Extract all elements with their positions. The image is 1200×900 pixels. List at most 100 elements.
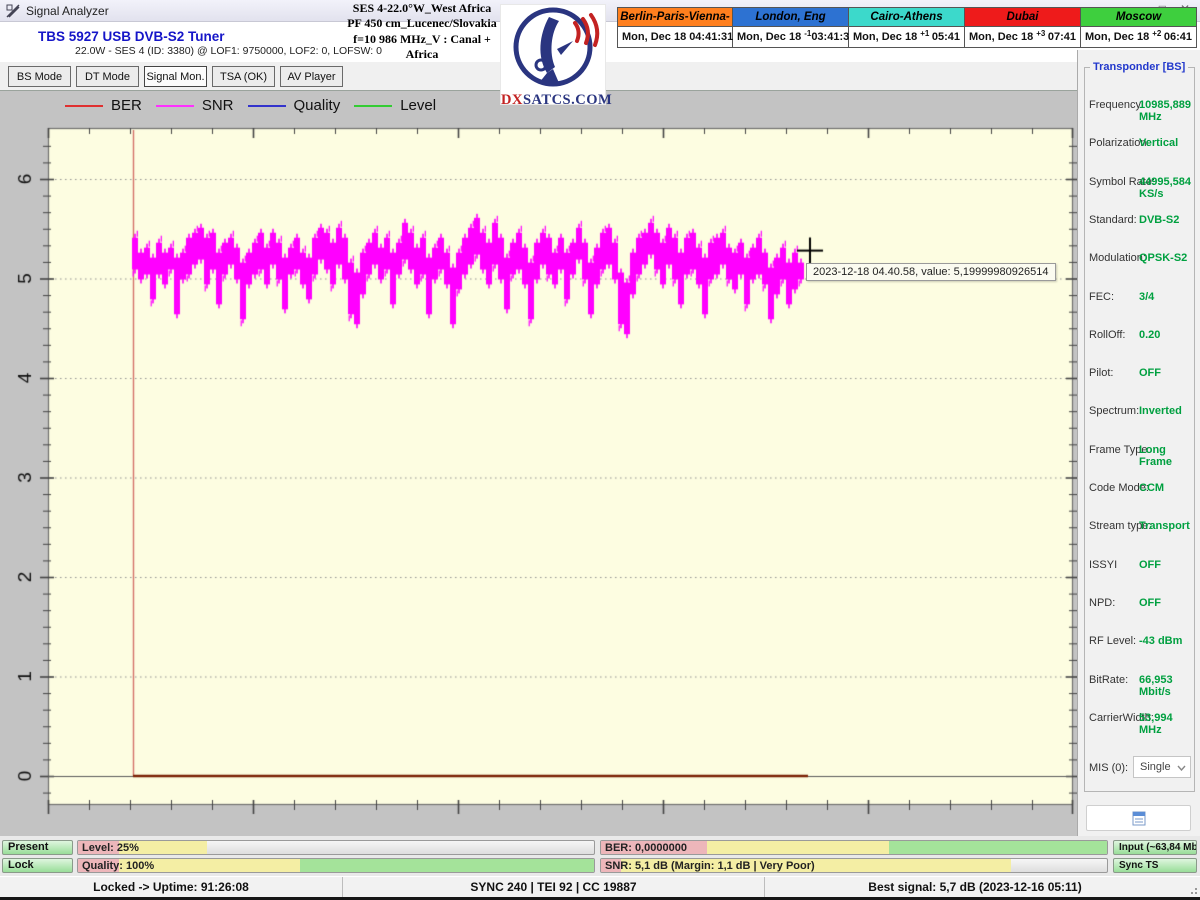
clock-date: Mon, Dec 18 [737, 31, 801, 43]
logo-text-dx: DX [501, 92, 523, 108]
clock-date: Mon, Dec 18 [1085, 31, 1149, 43]
transponder-row: Polarization:Vertical [1085, 137, 1194, 153]
clock-time: 06:41 [1164, 31, 1192, 43]
transponder-label: NPD: [1089, 597, 1115, 609]
clock-utc-offset: +1 [920, 29, 929, 38]
dxsatcs-logo: DXSATCS.COM [500, 4, 606, 105]
transponder-row: Spectrum:Inverted [1085, 405, 1194, 421]
report-icon [1131, 811, 1147, 826]
legend-label: SNR [202, 97, 234, 114]
legend-line-swatch [65, 105, 103, 107]
satellite-dish-icon [501, 5, 605, 89]
export-button[interactable] [1086, 805, 1191, 831]
transponder-groupbox: Transponder [BS] Frequency:10985,889 MHz… [1084, 67, 1195, 792]
transponder-label: Pilot: [1089, 367, 1113, 379]
world-clock: Berlin-Paris-Vienna-RomaMon, Dec 1804:41… [617, 7, 733, 48]
tab-bs-mode[interactable]: BS Mode [8, 66, 71, 87]
chevron-down-icon [1177, 765, 1186, 771]
transponder-value: 44995,584 KS/s [1139, 176, 1194, 200]
legend-item-snr: SNR [156, 97, 234, 114]
clock-time-row: Mon, Dec 18+307:41 [965, 27, 1080, 47]
transponder-label: RF Level: [1089, 635, 1136, 647]
clock-utc-offset: +2 [1152, 29, 1161, 38]
clock-time-row: Mon, Dec 1804:41:31 [618, 27, 732, 47]
bar-label: BER: 0,0000000 [605, 842, 687, 854]
note-line: f=10 986 MHz_V : Canal + Africa [336, 32, 508, 63]
mis-value: Single [1140, 761, 1171, 773]
clock-city: Berlin-Paris-Vienna-Roma [618, 8, 732, 27]
signal-monitor-panel: BERSNRQualityLevel 2023-12-18 04.40.58, … [0, 90, 1077, 836]
legend-label: BER [111, 97, 142, 114]
world-clocks: Berlin-Paris-Vienna-RomaMon, Dec 1804:41… [617, 7, 1197, 48]
transponder-value: OFF [1139, 597, 1161, 609]
signal-chart[interactable] [0, 91, 1077, 837]
transponder-title: Transponder [BS] [1090, 61, 1188, 73]
status-badge-right: Input (~63,84 Mbps) [1113, 840, 1197, 855]
transponder-value: 0.20 [1139, 329, 1160, 341]
transponder-label: Frequency: [1089, 99, 1144, 111]
world-clock: DubaiMon, Dec 18+307:41 [965, 7, 1081, 48]
transponder-value: Long Frame [1139, 444, 1194, 468]
logo-text: DXSATCS.COM [501, 92, 605, 109]
bar-label: Level: 25% [82, 842, 139, 854]
clock-city: London, Eng [733, 8, 848, 27]
transponder-row: Code Mode:CCM [1085, 482, 1194, 498]
legend-item-level: Level [354, 97, 436, 114]
transponder-value: 10985,889 MHz [1139, 99, 1194, 123]
mis-dropdown[interactable]: Single [1133, 756, 1191, 778]
transponder-row: Standard:DVB-S2 [1085, 214, 1194, 230]
status-badge-right: Sync TS [1113, 858, 1197, 873]
transponder-value: 53,994 MHz [1139, 712, 1194, 736]
transponder-value: 3/4 [1139, 291, 1154, 303]
clock-time: 05:41 [932, 31, 960, 43]
transponder-value: Vertical [1139, 137, 1178, 149]
window-title: Signal Analyzer [26, 4, 109, 18]
statusbar-uptime: Locked -> Uptime: 91:26:08 [0, 877, 343, 897]
transponder-row: ISSYI OFF [1085, 559, 1194, 575]
clock-time-row: Mon, Dec 18-103:41:31 [733, 27, 848, 47]
bar-segment [889, 841, 1107, 854]
transponder-value: -43 dBm [1139, 635, 1182, 647]
tab-av-player[interactable]: AV Player [280, 66, 343, 87]
clock-city: Cairo-Athens [849, 8, 964, 27]
chart-legend: BER SNR Quality Level [65, 97, 436, 114]
mode-tabs: BS ModeDT ModeSignal Mon.TSA (OK)AV Play… [8, 66, 343, 87]
status-badge-present: Present [2, 840, 73, 855]
statusbar-sync: SYNC 240 | TEI 92 | CC 19887 [343, 877, 765, 897]
clock-city: Dubai [965, 8, 1080, 27]
transponder-row: Symbol Rate:44995,584 KS/s [1085, 176, 1194, 192]
bar-segment [300, 859, 594, 872]
transponder-value: OFF [1139, 559, 1161, 571]
clock-utc-offset: -1 [804, 29, 811, 38]
world-clock: London, EngMon, Dec 18-103:41:31 [733, 7, 849, 48]
transponder-row: Pilot: OFF [1085, 367, 1194, 383]
transponder-label: ISSYI [1089, 559, 1117, 571]
transponder-label: BitRate: [1089, 674, 1128, 686]
clock-date: Mon, Dec 18 [853, 31, 917, 43]
transponder-row: Frame Type:Long Frame [1085, 444, 1194, 460]
clock-time-row: Mon, Dec 18+206:41 [1081, 27, 1196, 47]
transponder-label: Modulation: [1089, 252, 1146, 264]
legend-item-ber: BER [65, 97, 142, 114]
tab-tsa-ok-[interactable]: TSA (OK) [212, 66, 275, 87]
app-icon [6, 4, 20, 18]
clock-time-row: Mon, Dec 18+105:41 [849, 27, 964, 47]
transponder-label: Standard: [1089, 214, 1137, 226]
clock-utc-offset: +3 [1036, 29, 1045, 38]
transponder-row: BitRate:66,953 Mbit/s [1085, 674, 1194, 690]
legend-label: Quality [294, 97, 341, 114]
transponder-label: Spectrum: [1089, 405, 1139, 417]
tuner-name: TBS 5927 USB DVB-S2 Tuner [38, 29, 225, 44]
tab-dt-mode[interactable]: DT Mode [76, 66, 139, 87]
transponder-value: OFF [1139, 367, 1161, 379]
progress-bar: Level: 25% [77, 840, 595, 855]
status-badge-lock: Lock [2, 858, 73, 873]
bar-segment [707, 841, 889, 854]
tab-signal-mon-[interactable]: Signal Mon. [144, 66, 207, 87]
statusbar-best-signal: Best signal: 5,7 dB (2023-12-16 05:11) [765, 877, 1185, 897]
legend-line-swatch [354, 105, 392, 107]
resize-grip[interactable] [1185, 877, 1200, 897]
legend-item-quality: Quality [248, 97, 341, 114]
transponder-row: RollOff:0.20 [1085, 329, 1194, 345]
world-clock: Cairo-AthensMon, Dec 18+105:41 [849, 7, 965, 48]
